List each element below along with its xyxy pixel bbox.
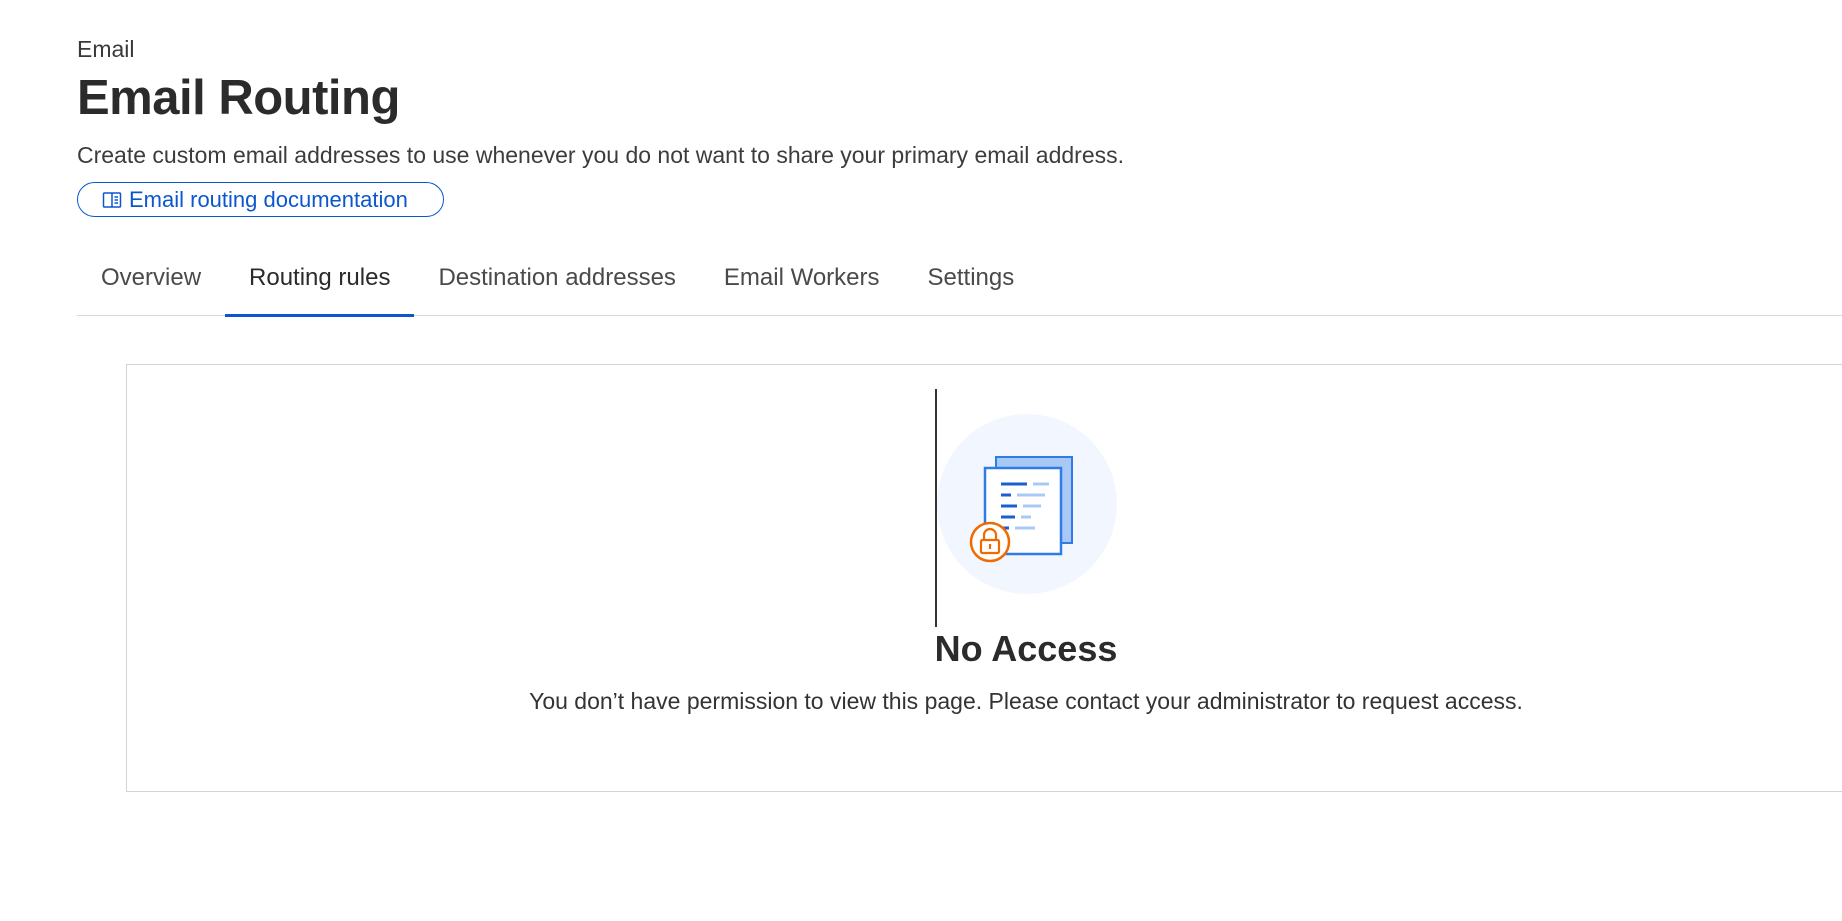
documentation-link-button[interactable]: Email routing documentation [77, 182, 444, 217]
book-icon [101, 189, 123, 211]
page-description: Create custom email addresses to use whe… [77, 142, 1125, 168]
breadcrumb[interactable]: Email [77, 36, 135, 63]
tab-overview[interactable]: Overview [77, 248, 225, 315]
tab-email-workers[interactable]: Email Workers [700, 248, 904, 315]
tab-settings[interactable]: Settings [904, 248, 1039, 315]
tab-destination-addresses[interactable]: Destination addresses [414, 248, 699, 315]
tab-bar: Overview Routing rules Destination addre… [77, 248, 1842, 317]
email-routing-page: Email Email Routing Create custom email … [0, 0, 1842, 921]
no-access-title: No Access [934, 628, 1118, 669]
no-access-message: You don’t have permission to view this p… [529, 688, 1523, 714]
documentation-link-label: Email routing documentation [129, 186, 408, 212]
tab-routing-rules[interactable]: Routing rules [225, 248, 415, 317]
page-title: Email Routing [77, 71, 400, 125]
locked-documents-icon [937, 414, 1117, 594]
